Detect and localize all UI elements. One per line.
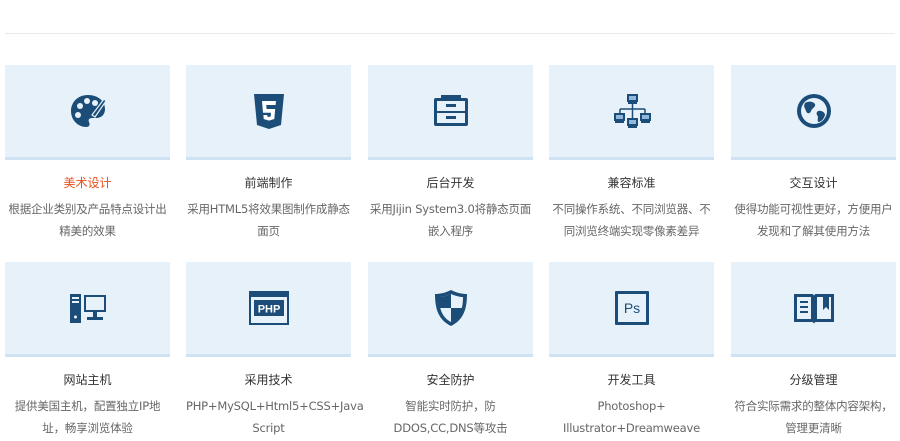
service-card-technology[interactable]: PHP 采用技术 PHP+MySQL+Html5+CSS+Java Script [186, 262, 364, 439]
services-grid: 美术设计 根据企业类别及产品特点设计出精美的效果 前端制作 采用HTML5将效果… [0, 0, 900, 441]
service-tile[interactable] [186, 65, 351, 160]
service-card-frontend[interactable]: 前端制作 采用HTML5将效果图制作成静态面页 [186, 65, 351, 242]
shield-icon [434, 290, 467, 326]
service-title[interactable]: 安全防护 [368, 372, 533, 388]
service-title[interactable]: 网站主机 [5, 372, 170, 388]
php-icon: PHP [248, 291, 289, 325]
service-card-security[interactable]: 安全防护 智能实时防护，防DDOS,CC,DNS等攻击 [368, 262, 533, 439]
service-card-hosting[interactable]: 网站主机 提供美国主机，配置独立IP地址，畅享浏览体验 [5, 262, 170, 439]
service-desc: 不同操作系统、不同浏览器、不同浏览终端实现零像素差异 [552, 202, 711, 238]
service-title[interactable]: 后台开发 [368, 175, 533, 191]
service-tile[interactable]: Ps [549, 262, 714, 357]
service-title[interactable]: 美术设计 [5, 175, 170, 191]
service-desc: 采用HTML5将效果图制作成静态面页 [187, 202, 350, 238]
service-title[interactable]: 开发工具 [549, 372, 714, 388]
palette-icon [70, 95, 107, 127]
service-tile[interactable] [5, 65, 170, 160]
service-card-management[interactable]: 分级管理 符合实际需求的整体内容架构，管理更清晰 [731, 262, 896, 439]
service-title[interactable]: 分级管理 [731, 372, 896, 388]
photoshop-icon: Ps [614, 291, 649, 325]
service-title[interactable]: 兼容标准 [549, 175, 714, 191]
service-card-backend[interactable]: 后台开发 采用Jijin System3.0将静态页面嵌入程序 [368, 65, 533, 242]
service-desc: 提供美国主机，配置独立IP地址，畅享浏览体验 [14, 399, 161, 435]
service-card-art-design[interactable]: 美术设计 根据企业类别及产品特点设计出精美的效果 [5, 65, 170, 242]
service-title[interactable]: 前端制作 [186, 175, 351, 191]
service-tile[interactable]: PHP [186, 262, 351, 357]
service-tile[interactable] [368, 65, 533, 160]
service-desc: 使得功能可视性更好，方便用户发现和了解其使用方法 [734, 202, 893, 238]
computer-icon [69, 294, 106, 323]
service-title[interactable]: 采用技术 [186, 372, 351, 388]
service-card-dev-tools[interactable]: Ps 开发工具 Photoshop+ Illustrator+Dreamweav… [549, 262, 714, 439]
service-desc: 根据企业类别及产品特点设计出精美的效果 [8, 202, 167, 238]
service-tile[interactable] [731, 262, 896, 357]
book-icon [793, 294, 834, 324]
service-desc: 采用Jijin System3.0将静态页面嵌入程序 [369, 202, 532, 238]
photoshop-icon-label: Ps [623, 300, 639, 316]
service-tile[interactable] [731, 65, 896, 160]
service-tile[interactable] [368, 262, 533, 357]
php-icon-label: PHP [257, 304, 280, 316]
html5-icon [253, 94, 284, 129]
service-tile[interactable] [5, 262, 170, 357]
service-desc: PHP+MySQL+Html5+CSS+Java Script [186, 399, 364, 435]
service-title[interactable]: 交互设计 [731, 175, 896, 191]
service-desc: 符合实际需求的整体内容架构，管理更清晰 [734, 399, 893, 435]
drawer-icon [433, 95, 468, 126]
service-desc: Photoshop+ Illustrator+Dreamweave [563, 399, 700, 435]
service-card-interaction[interactable]: 交互设计 使得功能可视性更好，方便用户发现和了解其使用方法 [731, 65, 896, 242]
service-tile[interactable] [549, 65, 714, 160]
network-icon [613, 94, 651, 128]
service-desc: 智能实时防护，防DDOS,CC,DNS等攻击 [393, 399, 508, 435]
globe-icon [796, 94, 831, 128]
service-card-compatibility[interactable]: 兼容标准 不同操作系统、不同浏览器、不同浏览终端实现零像素差异 [549, 65, 714, 242]
